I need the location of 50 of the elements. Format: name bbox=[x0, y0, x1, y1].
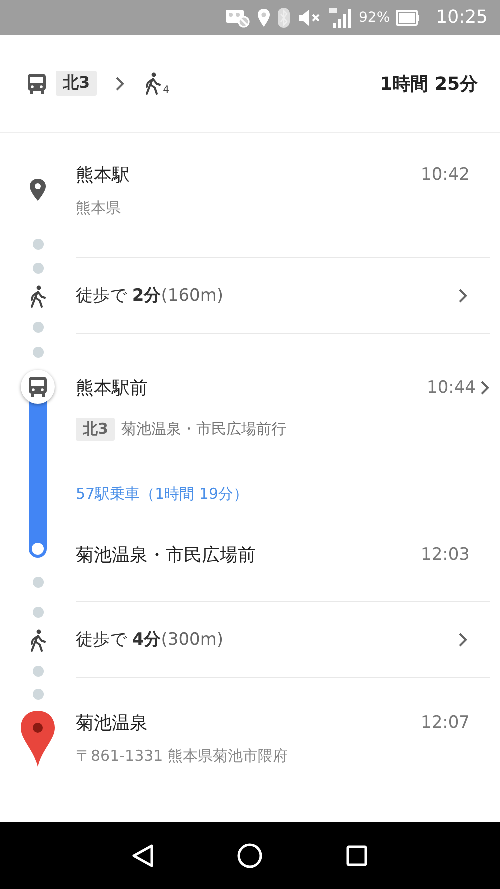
route-badge: 北3 bbox=[56, 71, 98, 96]
walking-person-icon bbox=[143, 72, 164, 96]
walking-person-icon bbox=[28, 285, 48, 309]
battery-icon bbox=[396, 10, 420, 26]
walk-minutes: 4 bbox=[163, 85, 170, 96]
stop-name: 菊池温泉 bbox=[76, 712, 148, 735]
timeline-dot bbox=[32, 322, 44, 333]
bus-icon bbox=[27, 376, 49, 398]
timeline-dot bbox=[32, 607, 44, 618]
walk-duration: 徒歩で 4分 bbox=[76, 629, 162, 651]
chevron-icon bbox=[458, 288, 468, 304]
timeline-dot bbox=[32, 263, 44, 274]
timeline-dot bbox=[32, 689, 44, 700]
stop-name: 菊池温泉・市民広場前 bbox=[76, 544, 256, 567]
status-time: 10:25 bbox=[436, 7, 488, 28]
chevron-icon bbox=[458, 632, 468, 648]
timeline-dot bbox=[32, 577, 44, 588]
walk-duration: 徒歩で 2分 bbox=[76, 285, 162, 307]
home-icon[interactable] bbox=[236, 842, 263, 868]
back-icon[interactable] bbox=[132, 844, 154, 868]
signal-icon bbox=[329, 6, 353, 28]
stop-address: 〒861-1331 熊本県菊池市隈府 bbox=[76, 747, 289, 766]
stop-address: 熊本県 bbox=[76, 199, 122, 218]
location-icon bbox=[257, 8, 271, 28]
departure-time[interactable]: 10:44 bbox=[427, 378, 490, 398]
route-badge: 北3 bbox=[76, 418, 116, 441]
timeline-dot bbox=[32, 239, 44, 250]
timeline-dot bbox=[32, 347, 44, 358]
walk-distance: (300m) bbox=[161, 630, 225, 650]
chevron-icon bbox=[115, 76, 126, 92]
stop-name: 熊本駅 bbox=[76, 164, 130, 187]
arrival-time: 12:03 bbox=[421, 545, 471, 565]
recents-icon[interactable] bbox=[346, 844, 368, 866]
chevron-icon bbox=[480, 380, 490, 396]
bluetooth-icon bbox=[277, 6, 291, 28]
trip-duration: 1時間 25分 bbox=[380, 72, 478, 96]
location-pin-icon bbox=[29, 178, 47, 202]
walking-directions[interactable]: 徒歩で 2分(160m) bbox=[76, 258, 490, 333]
arrival-time: 12:07 bbox=[421, 713, 471, 733]
arrival-time: 10:42 bbox=[421, 165, 471, 185]
route-headsign: 菊池温泉・市民広場前行 bbox=[121, 420, 286, 439]
stop-marker bbox=[32, 543, 44, 555]
bus-icon bbox=[26, 72, 48, 94]
walking-person-icon bbox=[28, 629, 48, 653]
stop-name: 熊本駅前 bbox=[76, 377, 148, 400]
timeline-dot bbox=[32, 666, 44, 677]
map-pin-icon bbox=[20, 710, 56, 768]
battery-level: 92% bbox=[359, 10, 390, 26]
walking-directions[interactable]: 徒歩で 4分(300m) bbox=[76, 602, 490, 677]
walk-distance: (160m) bbox=[161, 286, 225, 306]
